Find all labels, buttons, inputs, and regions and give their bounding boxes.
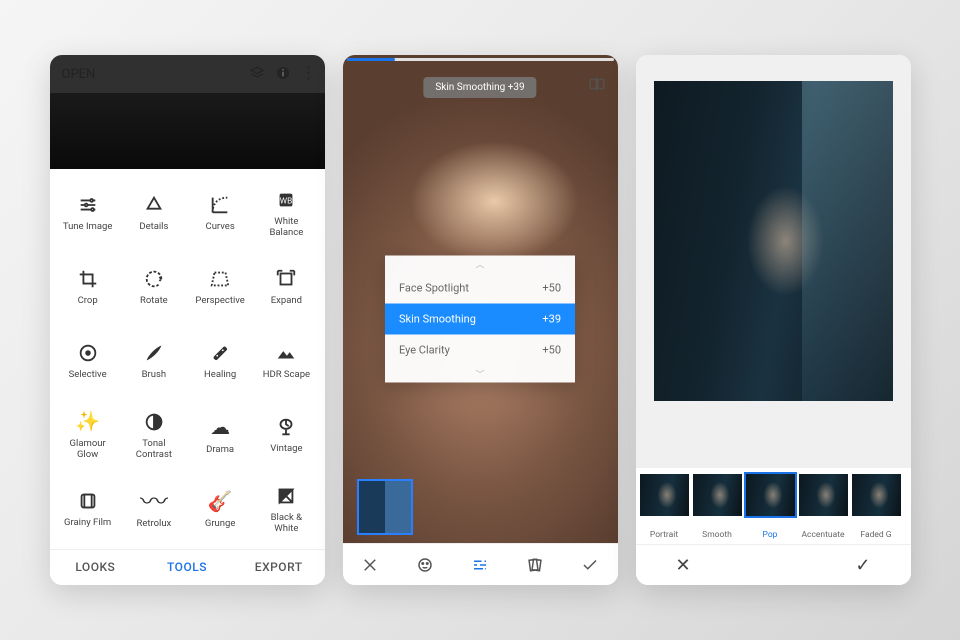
phone-tools: OPEN ⋮ Tune Image Details Curves WB Whit… [50, 55, 325, 585]
bottom-tabs: LOOKS TOOLS EXPORT [50, 549, 325, 585]
grunge-icon: 🎸 [208, 490, 233, 513]
tab-looks[interactable]: LOOKS [50, 560, 142, 574]
open-button[interactable]: OPEN [62, 67, 96, 82]
compare-icon[interactable] [588, 75, 606, 93]
tool-grid: Tune Image Details Curves WB White Balan… [50, 169, 325, 549]
header-actions: ⋮ [249, 65, 317, 81]
tool-retrolux[interactable]: 〰 Retrolux [122, 475, 186, 545]
tool-drama[interactable]: ☁ Drama [188, 401, 252, 471]
look-label: Accentuate [799, 530, 848, 540]
tool-grainy-film[interactable]: Grainy Film [56, 475, 120, 545]
portrait-canvas[interactable]: Skin Smoothing +39 ︿ Face Spotlight +50 … [343, 55, 618, 543]
look-label: Faded G [852, 530, 901, 540]
apply-button[interactable] [570, 556, 610, 574]
tab-export[interactable]: EXPORT [233, 560, 325, 574]
look-label: Portrait [640, 530, 689, 540]
tool-black-white[interactable]: Black & White [254, 475, 318, 545]
adjust-skin-smoothing[interactable]: Skin Smoothing +39 [385, 303, 575, 334]
look-thumb-accentuate[interactable] [799, 474, 848, 516]
slider-track[interactable] [347, 58, 614, 61]
look-thumb-faded[interactable] [852, 474, 901, 516]
adjust-face-spotlight[interactable]: Face Spotlight +50 [385, 272, 575, 303]
tab-tools[interactable]: TOOLS [141, 560, 233, 574]
layers-icon[interactable] [249, 65, 265, 81]
phone-looks: Portrait Smooth Pop Accentuate Faded G ✕… [636, 55, 911, 585]
tool-brush[interactable]: Brush [122, 327, 186, 397]
tool-crop[interactable]: Crop [56, 253, 120, 323]
look-thumb-pop[interactable] [746, 474, 795, 516]
look-label: Pop [746, 530, 795, 540]
looks-canvas[interactable] [636, 55, 911, 467]
svg-text:WB: WB [280, 196, 292, 206]
edit-bottom-bar [343, 543, 618, 585]
adjustment-chip: Skin Smoothing +39 [423, 77, 536, 98]
tool-hdr-scape[interactable]: HDR Scape [254, 327, 318, 397]
drama-icon: ☁ [210, 416, 230, 439]
tool-selective[interactable]: Selective [56, 327, 120, 397]
photo-preview [654, 81, 893, 401]
styles-icon[interactable] [515, 556, 555, 574]
tool-curves[interactable]: Curves [188, 179, 252, 249]
tool-rotate[interactable]: Rotate [122, 253, 186, 323]
chevron-down-icon[interactable]: ﹀ [385, 365, 575, 382]
tool-glamour-glow[interactable]: ✨ Glamour Glow [56, 401, 120, 471]
phone-adjust: Skin Smoothing +39 ︿ Face Spotlight +50 … [343, 55, 618, 585]
tool-tonal-contrast[interactable]: Tonal Contrast [122, 401, 186, 471]
tool-vintage[interactable]: Vintage [254, 401, 318, 471]
face-icon[interactable] [405, 556, 445, 574]
looks-bottom-bar: ✕ ✓ [636, 545, 911, 585]
tool-white-balance[interactable]: WB White Balance [254, 179, 318, 249]
looks-strip: Portrait Smooth Pop Accentuate Faded G [636, 467, 911, 545]
more-icon[interactable]: ⋮ [301, 65, 317, 81]
tool-grunge[interactable]: 🎸 Grunge [188, 475, 252, 545]
adjust-eye-clarity[interactable]: Eye Clarity +50 [385, 334, 575, 365]
tool-expand[interactable]: Expand [254, 253, 318, 323]
apply-button[interactable]: ✓ [855, 555, 870, 576]
tool-perspective[interactable]: Perspective [188, 253, 252, 323]
adjust-menu: ︿ Face Spotlight +50 Skin Smoothing +39 … [385, 255, 575, 382]
cancel-button[interactable]: ✕ [676, 555, 691, 576]
info-icon[interactable] [275, 65, 291, 81]
look-label: Smooth [693, 530, 742, 540]
editor-preview-dimmed: OPEN ⋮ [50, 55, 325, 169]
look-thumb-portrait[interactable] [640, 474, 689, 516]
before-after-thumb[interactable] [357, 479, 413, 535]
tool-healing[interactable]: Healing [188, 327, 252, 397]
chevron-up-icon[interactable]: ︿ [385, 255, 575, 272]
sliders-icon[interactable] [460, 556, 500, 574]
tool-details[interactable]: Details [122, 179, 186, 249]
cancel-button[interactable] [350, 556, 390, 574]
glamour-icon: ✨ [75, 410, 100, 433]
retrolux-icon: 〰 [140, 490, 168, 513]
tool-tune-image[interactable]: Tune Image [56, 179, 120, 249]
look-thumb-smooth[interactable] [693, 474, 742, 516]
